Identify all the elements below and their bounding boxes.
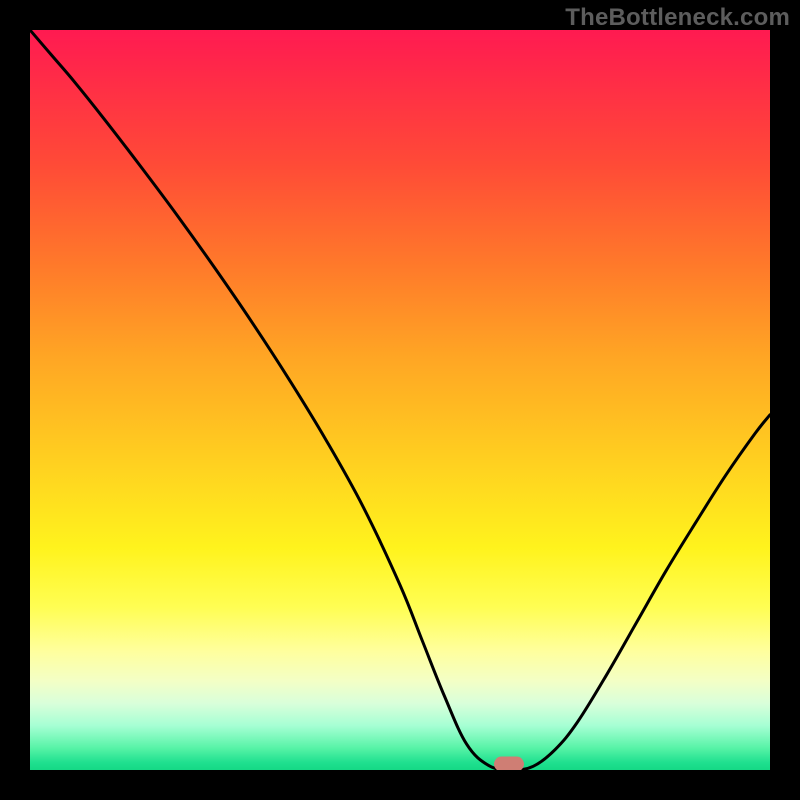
watermark-text: TheBottleneck.com — [565, 4, 790, 32]
plot-area — [30, 30, 770, 770]
bottleneck-curve-path — [30, 30, 770, 770]
bottleneck-curve-svg — [30, 30, 770, 770]
chart-frame: TheBottleneck.com — [0, 0, 800, 800]
minimum-marker — [494, 757, 524, 771]
